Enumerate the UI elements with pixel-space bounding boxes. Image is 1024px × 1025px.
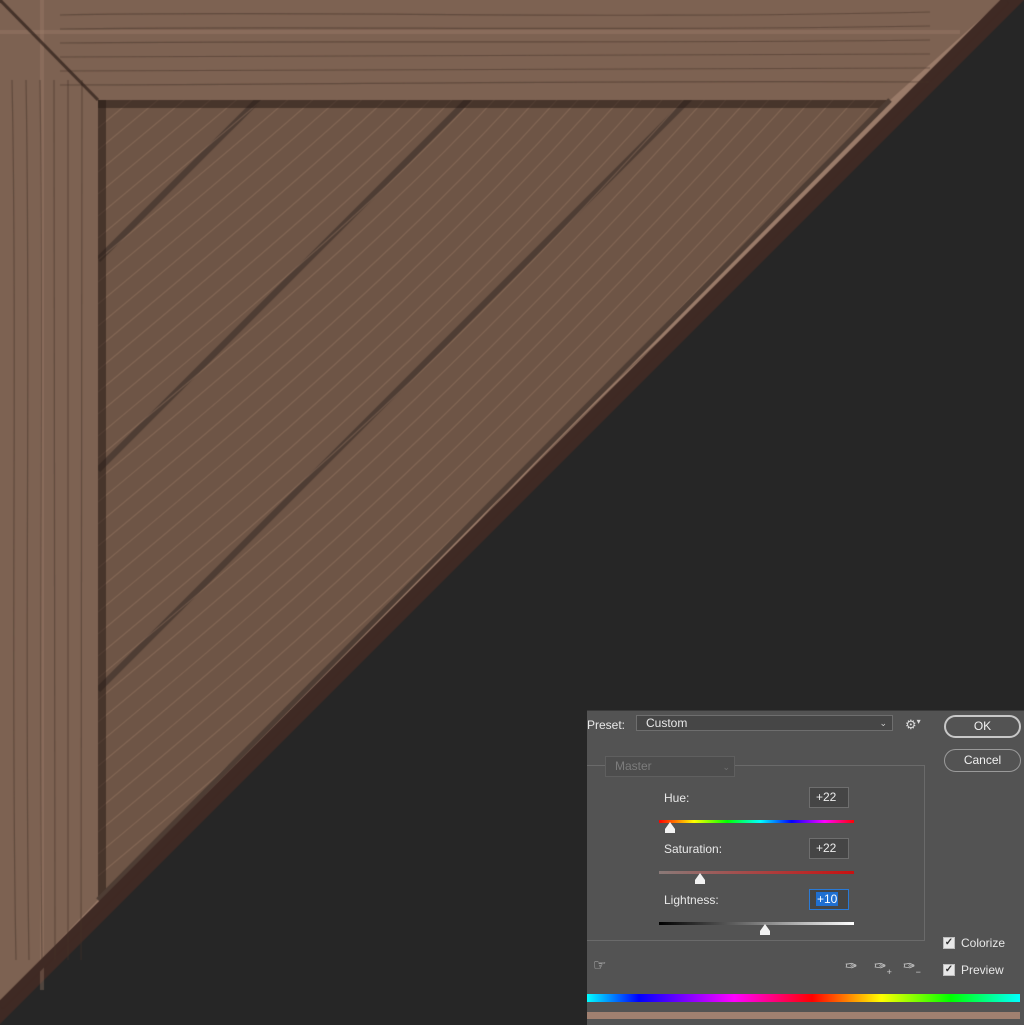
hue-slider-track[interactable] [659, 820, 854, 823]
chevron-down-icon: ⌄ [879, 718, 887, 728]
hue-field[interactable]: +22 [809, 787, 849, 808]
chevron-down-icon: ⌄ [722, 762, 730, 772]
input-color-bar [587, 994, 1020, 1002]
lightness-slider-thumb[interactable] [760, 924, 770, 935]
hue-saturation-dialog: Preset: Custom ⌄ ⚙▾ OK Cancel Master ⌄ H… [587, 710, 1024, 1025]
preset-value: Custom [646, 716, 688, 730]
saturation-slider-track[interactable] [659, 871, 854, 874]
output-color-bar [587, 1012, 1020, 1019]
gear-icon[interactable]: ⚙▾ [905, 717, 921, 733]
channel-value: Master [615, 759, 652, 773]
lightness-slider-track[interactable] [659, 922, 854, 925]
preview-checkbox[interactable]: ✓ [943, 964, 955, 976]
cancel-button[interactable]: Cancel [944, 749, 1021, 772]
preview-label: Preview [961, 963, 1004, 977]
preset-dropdown[interactable]: Custom ⌄ [636, 715, 893, 731]
lightness-field[interactable]: +10 [809, 889, 849, 910]
eyedropper-plus-icon[interactable]: ✑+ [874, 957, 892, 977]
hue-slider-thumb[interactable] [665, 822, 675, 833]
eyedropper-minus-icon[interactable]: ✑− [903, 957, 921, 977]
ok-button[interactable]: OK [944, 715, 1021, 738]
lightness-label: Lightness: [664, 893, 719, 907]
saturation-value: +22 [816, 841, 837, 855]
on-image-adjust-icon[interactable]: ☞ [593, 956, 606, 974]
hue-label: Hue: [664, 791, 690, 805]
preset-label: Preset: [587, 718, 626, 732]
saturation-slider-thumb[interactable] [695, 873, 705, 884]
eyedropper-icon[interactable]: ✑ [845, 957, 858, 975]
saturation-label: Saturation: [664, 842, 723, 856]
channel-dropdown[interactable]: Master ⌄ [605, 756, 735, 777]
colorize-label: Colorize [961, 936, 1006, 950]
saturation-field[interactable]: +22 [809, 838, 849, 859]
hue-value: +22 [816, 790, 837, 804]
colorize-checkbox[interactable]: ✓ [943, 937, 955, 949]
lightness-value: +10 [816, 892, 839, 906]
adjustment-group [587, 765, 925, 941]
